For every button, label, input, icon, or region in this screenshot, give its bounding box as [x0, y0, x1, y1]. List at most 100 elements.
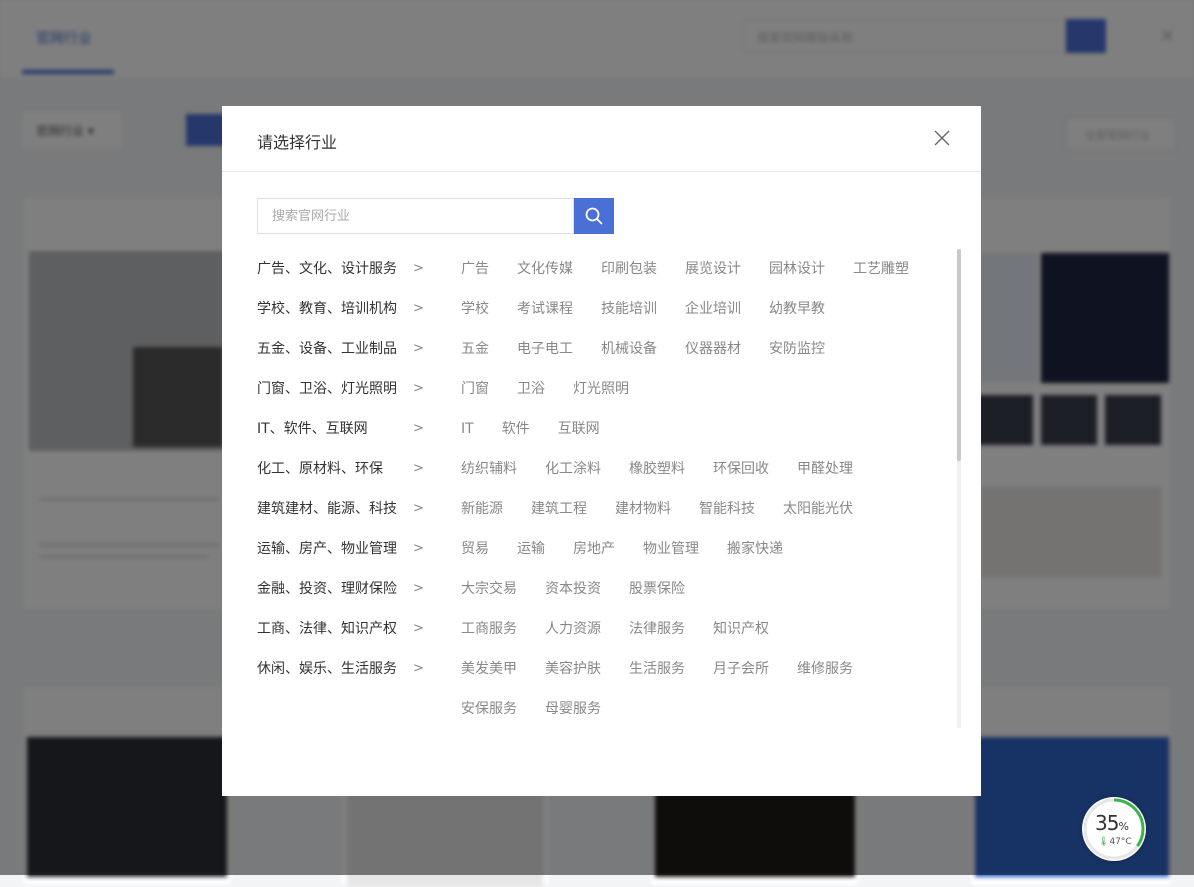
- subcategory-link[interactable]: 月子会所: [713, 649, 769, 689]
- category-item[interactable]: 金融、投资、理财保险 >: [257, 569, 461, 609]
- subcategory-link[interactable]: 安保服务: [461, 689, 517, 729]
- subcategory-link[interactable]: 学校: [461, 289, 489, 329]
- chevron-right-icon: >: [413, 581, 424, 596]
- chevron-right-icon: >: [413, 461, 424, 476]
- subcategory-link[interactable]: 安防监控: [769, 329, 825, 369]
- subcategory-link[interactable]: 智能科技: [699, 489, 755, 529]
- subcategory-link[interactable]: 考试课程: [517, 289, 573, 329]
- subcategory-link[interactable]: 橡胶塑料: [629, 449, 685, 489]
- subcategory-link[interactable]: 展览设计: [685, 249, 741, 289]
- scrollbar-thumb[interactable]: [957, 249, 961, 461]
- category-row: 五金、设备、工业制品 > 五金 电子电工 机械设备 仪器器材 安防监控: [257, 329, 937, 369]
- chevron-right-icon: >: [413, 301, 424, 316]
- category-row: 工商、法律、知识产权 > 工商服务 人力资源 法律服务 知识产权: [257, 609, 937, 649]
- subcategory-link[interactable]: 企业培训: [685, 289, 741, 329]
- subcategory-link[interactable]: 知识产权: [713, 609, 769, 649]
- search-icon: [585, 207, 603, 225]
- subcategory-link[interactable]: 美发美甲: [461, 649, 517, 689]
- category-item[interactable]: 运输、房产、物业管理 >: [257, 529, 461, 569]
- subcategory-link[interactable]: 卫浴: [517, 369, 545, 409]
- category-item[interactable]: IT、软件、互联网 >: [257, 409, 461, 449]
- subcategory-link[interactable]: 建筑工程: [531, 489, 587, 529]
- modal-title: 请选择行业: [257, 133, 338, 152]
- subcategory-link[interactable]: 电子电工: [517, 329, 573, 369]
- subcategory-link[interactable]: 维修服务: [797, 649, 853, 689]
- chevron-right-icon: >: [413, 501, 424, 516]
- subcategory-link[interactable]: 仪器器材: [685, 329, 741, 369]
- subcategory-list: 学校 考试课程 技能培训 企业培训 幼教早教: [461, 289, 937, 329]
- subcategory-link[interactable]: 门窗: [461, 369, 489, 409]
- chevron-right-icon: >: [413, 341, 424, 356]
- subcategory-link[interactable]: 广告: [461, 249, 489, 289]
- subcategory-link[interactable]: 美容护肤: [545, 649, 601, 689]
- performance-widget[interactable]: 35% 🌡47°C: [1082, 797, 1146, 861]
- category-label: IT、软件、互联网: [257, 421, 368, 437]
- category-label: 休闲、娱乐、生活服务: [257, 661, 397, 677]
- subcategory-link[interactable]: 纺织辅料: [461, 449, 517, 489]
- subcategory-link[interactable]: 法律服务: [629, 609, 685, 649]
- subcategory-link[interactable]: 工艺雕塑: [853, 249, 909, 289]
- subcategory-link[interactable]: 太阳能光伏: [783, 489, 853, 529]
- subcategory-link[interactable]: 技能培训: [601, 289, 657, 329]
- industry-search-input[interactable]: [258, 199, 558, 233]
- subcategory-link[interactable]: 贸易: [461, 529, 489, 569]
- category-item[interactable]: 广告、文化、设计服务 >: [257, 249, 461, 289]
- subcategory-link[interactable]: 生活服务: [629, 649, 685, 689]
- subcategory-link[interactable]: 物业管理: [643, 529, 699, 569]
- subcategory-link[interactable]: 房地产: [573, 529, 615, 569]
- category-label: 五金、设备、工业制品: [257, 341, 397, 357]
- category-row: 学校、教育、培训机构 > 学校 考试课程 技能培训 企业培训 幼教早教: [257, 289, 937, 329]
- industry-select-modal: 请选择行业 广告、文化、设计服务 > 广告文化传媒印刷包装展览设计园林设计工艺雕塑学…: [222, 106, 981, 796]
- thermometer-icon: 🌡: [1098, 837, 1110, 847]
- chevron-right-icon: >: [413, 261, 424, 276]
- industry-search-field[interactable]: [257, 198, 574, 234]
- category-label: 化工、原材料、环保: [257, 461, 383, 477]
- subcategory-link[interactable]: 工商服务: [461, 609, 517, 649]
- subcategory-list: 工商服务 人力资源 法律服务 知识产权: [461, 609, 937, 649]
- subcategory-link[interactable]: 文化传媒: [517, 249, 573, 289]
- subcategory-list: 大宗交易 资本投资 股票保险: [461, 569, 937, 609]
- subcategory-link[interactable]: 化工涂料: [545, 449, 601, 489]
- subcategory-link[interactable]: 园林设计: [769, 249, 825, 289]
- subcategory-link[interactable]: 软件: [502, 409, 530, 449]
- category-row: 休闲、娱乐、生活服务 > 美发美甲 美容护肤 生活服务 月子会所 维修服务安保服务 母婴服务: [257, 649, 937, 729]
- subcategory-link[interactable]: 五金: [461, 329, 489, 369]
- category-label: 金融、投资、理财保险: [257, 581, 397, 597]
- subcategory-link[interactable]: 建材物料: [615, 489, 671, 529]
- chevron-right-icon: >: [413, 541, 424, 556]
- subcategory-link[interactable]: 互联网: [558, 409, 600, 449]
- close-icon[interactable]: [932, 128, 952, 148]
- subcategory-link[interactable]: 印刷包装: [601, 249, 657, 289]
- chevron-right-icon: >: [413, 381, 424, 396]
- subcategory-link[interactable]: 甲醛处理: [797, 449, 853, 489]
- chevron-right-icon: >: [413, 621, 424, 636]
- category-item[interactable]: 工商、法律、知识产权 >: [257, 609, 461, 649]
- subcategory-link[interactable]: 运输: [517, 529, 545, 569]
- category-row: 金融、投资、理财保险 > 大宗交易 资本投资 股票保险: [257, 569, 937, 609]
- category-item[interactable]: 门窗、卫浴、灯光照明 >: [257, 369, 461, 409]
- category-item[interactable]: 学校、教育、培训机构 >: [257, 289, 461, 329]
- subcategory-link[interactable]: 搬家快递: [727, 529, 783, 569]
- search-button[interactable]: [574, 198, 614, 234]
- subcategory-link[interactable]: 人力资源: [545, 609, 601, 649]
- subcategory-link[interactable]: 环保回收: [713, 449, 769, 489]
- subcategory-link[interactable]: 灯光照明: [573, 369, 629, 409]
- category-item[interactable]: 化工、原材料、环保 >: [257, 449, 461, 489]
- subcategory-list: 美发美甲 美容护肤 生活服务 月子会所 维修服务安保服务 母婴服务: [461, 649, 937, 729]
- category-item[interactable]: 休闲、娱乐、生活服务 >: [257, 649, 461, 689]
- category-row: 门窗、卫浴、灯光照明 > 门窗 卫浴 灯光照明: [257, 369, 937, 409]
- category-row: 化工、原材料、环保 > 纺织辅料 化工涂料 橡胶塑料 环保回收 甲醛处理: [257, 449, 937, 489]
- subcategory-link[interactable]: 幼教早教: [769, 289, 825, 329]
- subcategory-link[interactable]: 大宗交易: [461, 569, 517, 609]
- category-label: 广告、文化、设计服务: [257, 261, 397, 277]
- subcategory-link[interactable]: 机械设备: [601, 329, 657, 369]
- category-label: 学校、教育、培训机构: [257, 301, 397, 317]
- subcategory-link[interactable]: 股票保险: [629, 569, 685, 609]
- category-row: 运输、房产、物业管理 > 贸易 运输 房地产 物业管理 搬家快递: [257, 529, 937, 569]
- subcategory-link[interactable]: IT: [461, 409, 474, 449]
- category-item[interactable]: 五金、设备、工业制品 >: [257, 329, 461, 369]
- category-item[interactable]: 建筑建材、能源、科技 >: [257, 489, 461, 529]
- subcategory-link[interactable]: 资本投资: [545, 569, 601, 609]
- subcategory-link[interactable]: 母婴服务: [545, 689, 601, 729]
- subcategory-link[interactable]: 新能源: [461, 489, 503, 529]
